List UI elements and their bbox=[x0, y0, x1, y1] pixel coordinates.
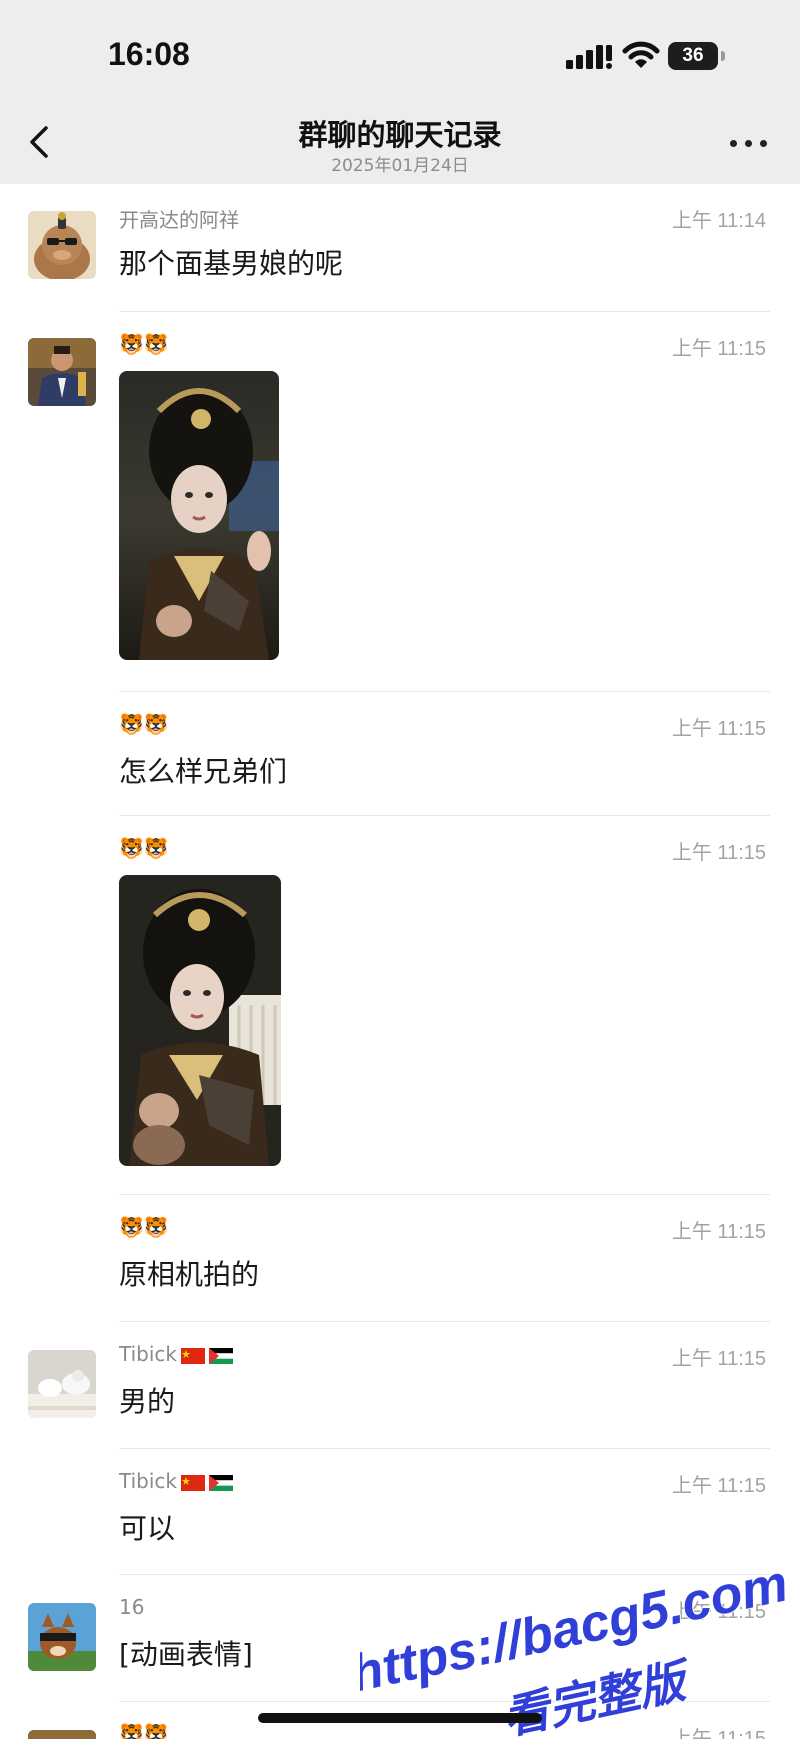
chat-message[interactable]: 开高达的阿祥 上午 11:14 那个面基男娘的呢 bbox=[0, 184, 800, 312]
photo-cosplay-1[interactable] bbox=[119, 371, 279, 660]
palestine-flag-icon bbox=[209, 1474, 233, 1491]
message-time: 上午 11:15 bbox=[671, 1601, 766, 1623]
sender-name: 🐯🐯 bbox=[119, 712, 169, 736]
message-time: 上午 11:15 bbox=[671, 1728, 766, 1739]
sender-name-text: Tibick bbox=[119, 1342, 177, 1366]
china-flag-icon bbox=[181, 1474, 205, 1491]
sender-name: 16 bbox=[119, 1595, 145, 1619]
message-time: 上午 11:15 bbox=[671, 1348, 766, 1370]
status-bar: 16:08 36 bbox=[0, 0, 800, 100]
message-text: [动画表情] bbox=[119, 1638, 253, 1671]
sender-name: 🐯🐯 bbox=[119, 332, 169, 356]
chat-message[interactable]: 16 上午 11:15 [动画表情] bbox=[0, 1575, 800, 1702]
message-text: 那个面基男娘的呢 bbox=[119, 247, 344, 280]
message-time: 上午 11:15 bbox=[671, 1221, 766, 1243]
message-time: 上午 11:15 bbox=[671, 842, 766, 864]
message-text: 怎么样兄弟们 bbox=[119, 755, 288, 788]
page-date: 2025年01月24日 bbox=[331, 156, 469, 176]
chat-message[interactable]: 🐯🐯 上午 11:15 bbox=[0, 312, 800, 692]
nav-bar: 群聊的聊天记录 2025年01月24日 bbox=[0, 100, 800, 184]
chat-message[interactable]: 🐯🐯 上午 11:15 bbox=[0, 816, 800, 1195]
sender-name: 开高达的阿祥 bbox=[119, 208, 239, 232]
cellular-signal-icon bbox=[566, 45, 612, 69]
chat-message[interactable]: 🐯🐯 上午 11:15 原相机拍的 bbox=[0, 1195, 800, 1322]
message-time: 上午 11:15 bbox=[671, 1475, 766, 1497]
sender-name-text: Tibick bbox=[119, 1469, 177, 1493]
message-time: 上午 11:14 bbox=[671, 210, 766, 232]
page-title: 群聊的聊天记录 bbox=[298, 118, 502, 152]
photo-cosplay-2[interactable] bbox=[119, 875, 281, 1166]
message-time: 上午 11:15 bbox=[671, 718, 766, 740]
message-text: 原相机拍的 bbox=[119, 1258, 260, 1291]
battery-cap bbox=[721, 51, 725, 61]
china-flag-icon bbox=[181, 1347, 205, 1364]
avatar bbox=[28, 211, 96, 279]
home-indicator[interactable] bbox=[258, 1713, 542, 1723]
avatar bbox=[28, 1730, 96, 1739]
avatar bbox=[28, 1603, 96, 1671]
palestine-flag-icon bbox=[209, 1347, 233, 1364]
message-text: 可以 bbox=[119, 1512, 176, 1545]
sender-name: Tibick bbox=[119, 1342, 233, 1366]
battery-icon: 36 bbox=[668, 42, 718, 70]
avatar bbox=[28, 1350, 96, 1418]
message-time: 上午 11:15 bbox=[671, 338, 766, 360]
status-time: 16:08 bbox=[108, 36, 190, 72]
wifi-icon bbox=[622, 41, 660, 68]
more-options-icon[interactable] bbox=[726, 128, 772, 158]
avatar bbox=[28, 338, 96, 406]
sender-name: Tibick bbox=[119, 1469, 233, 1493]
sender-name: 🐯🐯 bbox=[119, 836, 169, 860]
chat-message[interactable]: Tibick 上午 11:15 男的 bbox=[0, 1322, 800, 1449]
sender-name: 🐯🐯 bbox=[119, 1215, 169, 1239]
chat-message[interactable]: Tibick 上午 11:15 可以 bbox=[0, 1449, 800, 1575]
message-text: 男的 bbox=[119, 1385, 176, 1418]
sender-name: 🐯🐯 bbox=[119, 1722, 169, 1739]
chat-message[interactable]: 🐯🐯 上午 11:15 怎么样兄弟们 bbox=[0, 692, 800, 816]
